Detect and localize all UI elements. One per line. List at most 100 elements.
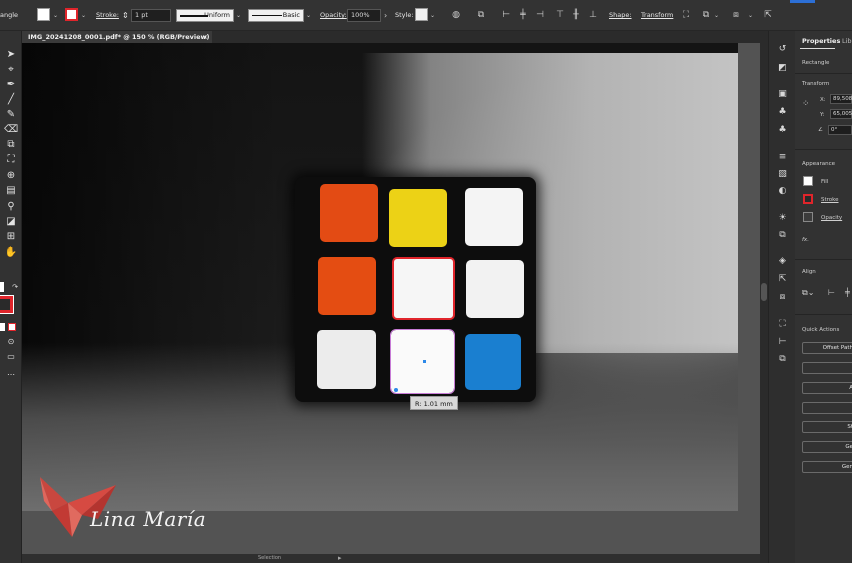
tab-libraries[interactable]: Libr (842, 37, 852, 45)
blend-tool-icon[interactable]: ◪ (4, 216, 18, 228)
quick-action-button-st[interactable]: St (802, 421, 852, 433)
align-middle-icon[interactable]: ╫ (570, 9, 582, 21)
graphic-styles-icon[interactable]: ⧉ (776, 229, 789, 241)
transform-link[interactable]: Transform (641, 9, 673, 22)
screen-mode-icon[interactable]: ▭ (4, 351, 18, 363)
shape-label[interactable]: Shape: (609, 9, 632, 22)
align-to-icon[interactable]: ⧉ (475, 9, 487, 21)
more-tools-icon[interactable]: ⋯ (4, 369, 18, 381)
angle-field[interactable]: 0° (828, 125, 852, 135)
offset-path-button[interactable]: Offset Path (802, 342, 852, 354)
paintbrush-tool-icon[interactable]: ✎ (4, 109, 18, 121)
quick-action-button[interactable] (802, 402, 852, 414)
chevron-down-icon[interactable]: ⌄ (306, 9, 311, 22)
chevron-down-icon[interactable]: ⌄ (748, 9, 753, 22)
chevron-down-icon[interactable]: ⌄ (430, 9, 435, 22)
play-icon[interactable]: ▸ (338, 554, 342, 563)
document-tab[interactable]: IMG_20241208_0001.pdf* @ 150 % (RGB/Prev… (22, 31, 212, 43)
tab-properties[interactable]: Properties (802, 37, 840, 45)
artboards-icon[interactable]: ⧈ (776, 291, 789, 303)
direct-selection-tool-icon[interactable]: ⌖ (4, 64, 18, 76)
export-icon[interactable]: ⇱ (762, 9, 774, 21)
scrollbar-thumb[interactable] (761, 283, 767, 301)
stroke-swatch-panel[interactable] (803, 194, 813, 204)
fill-swatch-panel[interactable] (803, 176, 813, 186)
scale-tool-icon[interactable]: ⧉ (4, 139, 18, 151)
reference-point-icon[interactable]: ⁘ (802, 99, 810, 109)
none-mode-icon[interactable] (8, 323, 16, 331)
corner-widget[interactable] (394, 388, 398, 392)
align-to-dropdown-icon[interactable]: ⧉⌄ (802, 288, 814, 298)
center-point-marker[interactable] (423, 360, 426, 363)
fill-color-box[interactable] (0, 282, 4, 292)
artboard-tool-icon[interactable]: ⊞ (4, 231, 18, 243)
style-swatch[interactable] (415, 8, 428, 21)
y-field[interactable]: 65,005 (830, 109, 852, 119)
color-mode-icon[interactable] (0, 323, 5, 331)
stroke-label-panel[interactable]: Stroke (821, 197, 839, 203)
symbols-icon[interactable]: ♣ (776, 106, 789, 118)
pathfinder-icon[interactable]: ⧉ (776, 353, 789, 365)
transform-panel-icon[interactable]: ⛶ (776, 318, 789, 330)
stroke-color-box[interactable] (0, 295, 14, 314)
selection-tool-icon[interactable]: ➤ (4, 49, 18, 61)
quick-action-button[interactable] (802, 362, 852, 374)
chevron-right-icon[interactable]: › (384, 9, 387, 22)
share-button-edge[interactable] (790, 0, 815, 3)
arrange-icon[interactable]: ⧉ (700, 9, 712, 21)
fill-swatch[interactable] (37, 8, 50, 21)
free-transform-tool-icon[interactable]: ⛶ (4, 154, 18, 166)
fx-label[interactable]: fx. (802, 237, 809, 243)
quick-action-button-ge[interactable]: Ge (802, 441, 852, 453)
chevron-down-icon[interactable]: ⌄ (81, 9, 86, 22)
align-panel-icon[interactable]: ⊢ (776, 336, 789, 348)
stroke-panel-icon[interactable]: ≡ (776, 151, 789, 163)
quick-action-button-gen[interactable]: Gen (802, 461, 852, 473)
x-field[interactable]: 89,508 (830, 94, 852, 104)
isolate-icon[interactable]: ⛶ (680, 9, 692, 21)
eyedropper-tool-icon[interactable]: ⚲ (4, 201, 18, 213)
align-top-icon[interactable]: ⊤ (554, 9, 566, 21)
recolor-globe-icon[interactable]: ◍ (450, 9, 462, 21)
image-icon[interactable]: ▣ (776, 88, 789, 100)
transform-again-icon[interactable]: ⧈ (730, 9, 742, 21)
selected-rectangle[interactable] (392, 257, 455, 320)
transparency-icon[interactable]: ◐ (776, 185, 789, 197)
swap-fill-stroke-icon[interactable]: ↷ (8, 281, 22, 293)
align-left-panel-icon[interactable]: ⊢ (828, 288, 835, 297)
align-bottom-icon[interactable]: ⊥ (587, 9, 599, 21)
draw-mode-icon[interactable]: ⊙ (4, 336, 18, 348)
variable-width-profile-dropdown[interactable]: Uniform (176, 9, 234, 22)
brush-definition-dropdown[interactable]: Basic (248, 9, 304, 22)
eraser-tool-icon[interactable]: ⌫ (4, 124, 18, 136)
stroke-label[interactable]: Stroke: (96, 9, 119, 22)
vertical-scrollbar[interactable] (760, 43, 768, 563)
chevron-down-icon[interactable]: ⌄ (53, 9, 58, 22)
chevron-down-icon[interactable]: ⌄ (714, 9, 719, 22)
opacity-icon[interactable] (803, 212, 813, 222)
stroke-weight-field[interactable]: 1 pt (131, 9, 171, 22)
opacity-field[interactable]: 100% (347, 9, 381, 22)
export-asset-icon[interactable]: ⇱ (776, 273, 789, 285)
close-icon[interactable]: × (203, 31, 208, 43)
stroke-stepper-icon[interactable]: ⇕ (122, 9, 129, 22)
gradient-tool-icon[interactable]: ▤ (4, 185, 18, 197)
stroke-swatch[interactable] (65, 8, 78, 21)
shape-builder-tool-icon[interactable]: ⊕ (4, 170, 18, 182)
align-left-icon[interactable]: ⊢ (500, 9, 512, 21)
align-right-icon[interactable]: ⊣ (534, 9, 546, 21)
document-icon[interactable]: ◩ (776, 62, 789, 74)
appearance-icon[interactable]: ☀ (776, 212, 789, 224)
gradient-panel-icon[interactable]: ▧ (776, 168, 789, 180)
align-center-icon[interactable]: ╪ (517, 9, 529, 21)
club-icon[interactable]: ♣ (776, 124, 789, 136)
line-tool-icon[interactable]: ╱ (4, 94, 18, 106)
quick-action-button-a[interactable]: A (802, 382, 852, 394)
chevron-down-icon[interactable]: ⌄ (236, 9, 241, 22)
opacity-label-panel[interactable]: Opacity (821, 215, 842, 221)
pen-tool-icon[interactable]: ✒ (4, 79, 18, 91)
history-icon[interactable]: ↺ (776, 43, 789, 55)
opacity-label[interactable]: Opacity: (320, 9, 347, 22)
align-center-panel-icon[interactable]: ╪ (845, 288, 850, 297)
layers-icon[interactable]: ◈ (776, 255, 789, 267)
